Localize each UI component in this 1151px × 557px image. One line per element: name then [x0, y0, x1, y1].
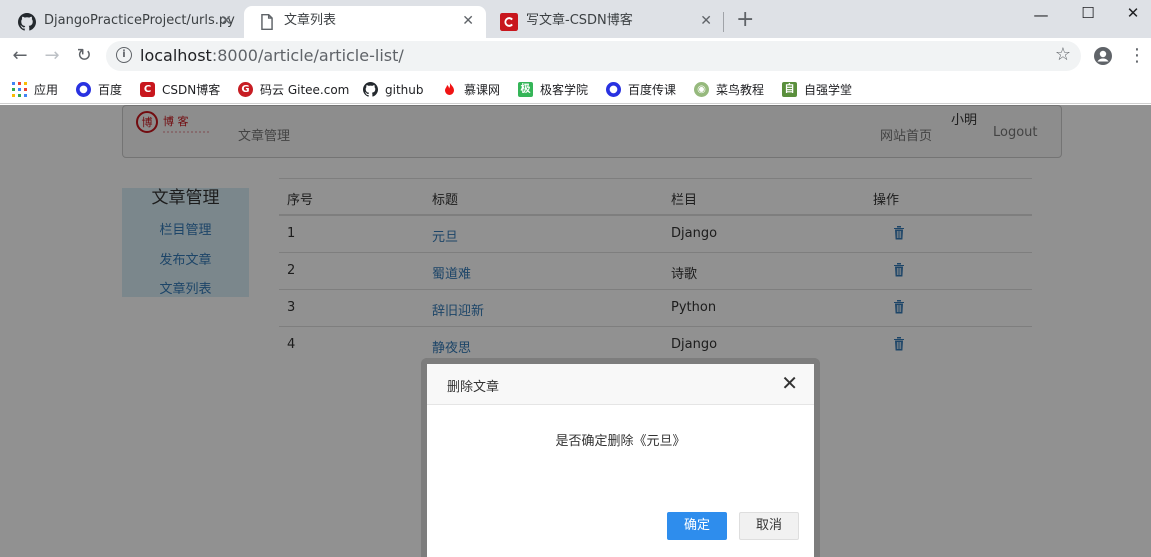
dialog-title: 删除文章 — [447, 380, 500, 395]
github-icon — [18, 13, 36, 31]
github-icon — [363, 82, 378, 97]
bookmark-label: github — [385, 83, 424, 97]
bookmark-label: 百度 — [98, 83, 123, 97]
runoob-icon: ◉ — [694, 82, 709, 97]
bookmark-apps[interactable]: 应用 — [12, 80, 58, 100]
close-tab-icon[interactable]: ✕ — [462, 6, 474, 36]
dialog-message: 是否确定删除《元旦》 — [555, 434, 686, 449]
maximize-icon[interactable]: ☐ — [1065, 2, 1111, 24]
address-bar[interactable]: i localhost:8000/article/article-list/ ☆ — [106, 41, 1081, 71]
profile-avatar-icon[interactable] — [1093, 46, 1113, 66]
site-info-icon[interactable]: i — [116, 47, 132, 63]
tab-title: DjangoPracticeProject/urls.py — [44, 13, 235, 28]
bookmark-gitee[interactable]: G 码云 Gitee.com — [238, 80, 349, 100]
dialog-header: 删除文章 ✕ — [427, 364, 814, 405]
menu-kebab-icon[interactable]: ⋮ — [1128, 43, 1146, 69]
bookmark-ziqiang[interactable]: 自 自强学堂 — [782, 80, 852, 100]
tab-title: 文章列表 — [284, 13, 337, 28]
browser-toolbar: ← → ↻ i localhost:8000/article/article-l… — [0, 38, 1151, 74]
bookmark-label: 应用 — [34, 83, 59, 97]
confirm-button[interactable]: 确定 — [667, 512, 727, 540]
page-icon — [261, 13, 273, 31]
close-tab-icon[interactable]: ✕ — [700, 6, 712, 36]
reload-icon[interactable]: ↻ — [72, 44, 96, 68]
bookmark-label: 极客学院 — [540, 83, 589, 97]
minimize-icon[interactable]: — — [1018, 4, 1064, 26]
tab-csdn[interactable]: 写文章-CSDN博客 ✕ — [486, 6, 724, 38]
baidu-paw-icon: ● — [606, 82, 621, 97]
imooc-flame-icon — [445, 82, 454, 95]
bookmarks-bar: 应用 ● 百度 C CSDN博客 G 码云 Gitee.com github 慕… — [0, 74, 1151, 104]
tab-title: 写文章-CSDN博客 — [526, 13, 633, 28]
baidu-paw-icon: ● — [76, 82, 91, 97]
bookmark-csdn[interactable]: C CSDN博客 — [140, 80, 220, 100]
tab-article-list[interactable]: 文章列表 ✕ — [244, 6, 486, 38]
apps-grid-icon — [12, 82, 27, 97]
tab-urls-py[interactable]: DjangoPracticeProject/urls.py ✕ — [4, 6, 244, 38]
bookmark-label: 菜鸟教程 — [716, 83, 765, 97]
bookmark-label: 码云 Gitee.com — [260, 83, 350, 97]
delete-article-dialog: 删除文章 ✕ 是否确定删除《元旦》 确定 取消 — [421, 358, 820, 557]
bookmark-baiduchuanke[interactable]: ● 百度传课 — [606, 80, 676, 100]
csdn-icon — [500, 13, 518, 31]
csdn-icon: C — [140, 82, 155, 97]
new-tab-button[interactable]: + — [736, 8, 754, 32]
tab-separator — [723, 12, 724, 32]
bookmark-baidu[interactable]: ● 百度 — [76, 80, 122, 100]
forward-icon[interactable]: → — [40, 44, 64, 68]
window-close-icon[interactable]: ✕ — [1110, 2, 1151, 24]
bookmark-jikexueyuan[interactable]: 极 极客学院 — [518, 80, 588, 100]
bookmark-label: CSDN博客 — [162, 83, 221, 97]
bookmark-runoob[interactable]: ◉ 菜鸟教程 — [694, 80, 764, 100]
bookmark-label: 慕课网 — [464, 83, 501, 97]
jikexueyuan-icon: 极 — [518, 82, 533, 97]
browser-tab-bar: DjangoPracticeProject/urls.py ✕ 文章列表 ✕ 写… — [0, 0, 1151, 38]
url-text[interactable]: localhost:8000/article/article-list/ — [140, 46, 404, 65]
bookmark-star-icon[interactable]: ☆ — [1055, 44, 1071, 65]
cancel-button[interactable]: 取消 — [739, 512, 799, 540]
bookmark-github[interactable]: github — [363, 80, 423, 100]
back-icon[interactable]: ← — [8, 44, 32, 68]
ziqiang-icon: 自 — [782, 82, 797, 97]
close-tab-icon[interactable]: ✕ — [220, 6, 232, 36]
bookmark-imooc[interactable]: 慕课网 — [442, 80, 500, 100]
close-icon[interactable]: ✕ — [781, 373, 798, 393]
gitee-icon: G — [238, 82, 253, 97]
bookmark-label: 自强学堂 — [804, 83, 853, 97]
bookmark-label: 百度传课 — [628, 83, 677, 97]
